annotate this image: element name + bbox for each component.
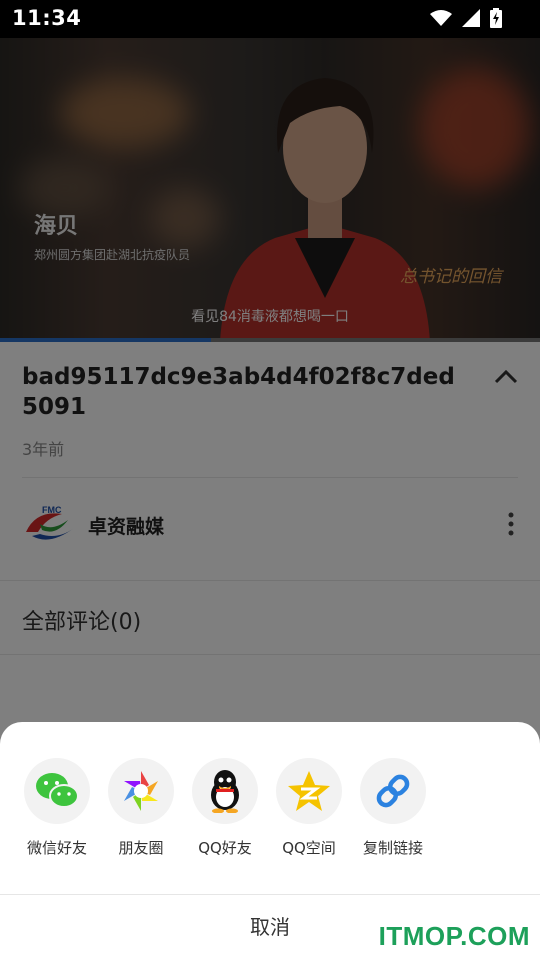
qzone-icon — [288, 771, 330, 811]
link-icon — [376, 774, 410, 808]
share-item-label: QQ好友 — [198, 839, 252, 857]
status-time: 11:34 — [12, 6, 82, 30]
share-moments-button[interactable]: 朋友圈 — [99, 758, 183, 858]
share-item-label: 复制链接 — [362, 839, 423, 857]
share-qq-button[interactable]: QQ好友 — [183, 758, 267, 858]
share-qzone-button[interactable]: QQ空间 — [267, 758, 351, 858]
status-bar: 11:34 — [0, 0, 540, 38]
battery-charging-icon — [490, 8, 502, 28]
share-item-label: 朋友圈 — [118, 839, 164, 857]
qq-icon — [211, 770, 239, 813]
share-item-label: QQ空间 — [282, 839, 336, 857]
wifi-icon — [430, 10, 452, 26]
signal-icon — [462, 9, 480, 27]
moments-icon — [124, 771, 158, 811]
share-wechat-button[interactable]: 微信好友 — [15, 758, 99, 858]
wechat-icon — [36, 773, 79, 808]
watermark: ITMOP.COM — [378, 921, 530, 951]
copy-link-button[interactable]: 复制链接 — [351, 758, 435, 858]
share-item-label: 微信好友 — [26, 839, 87, 857]
